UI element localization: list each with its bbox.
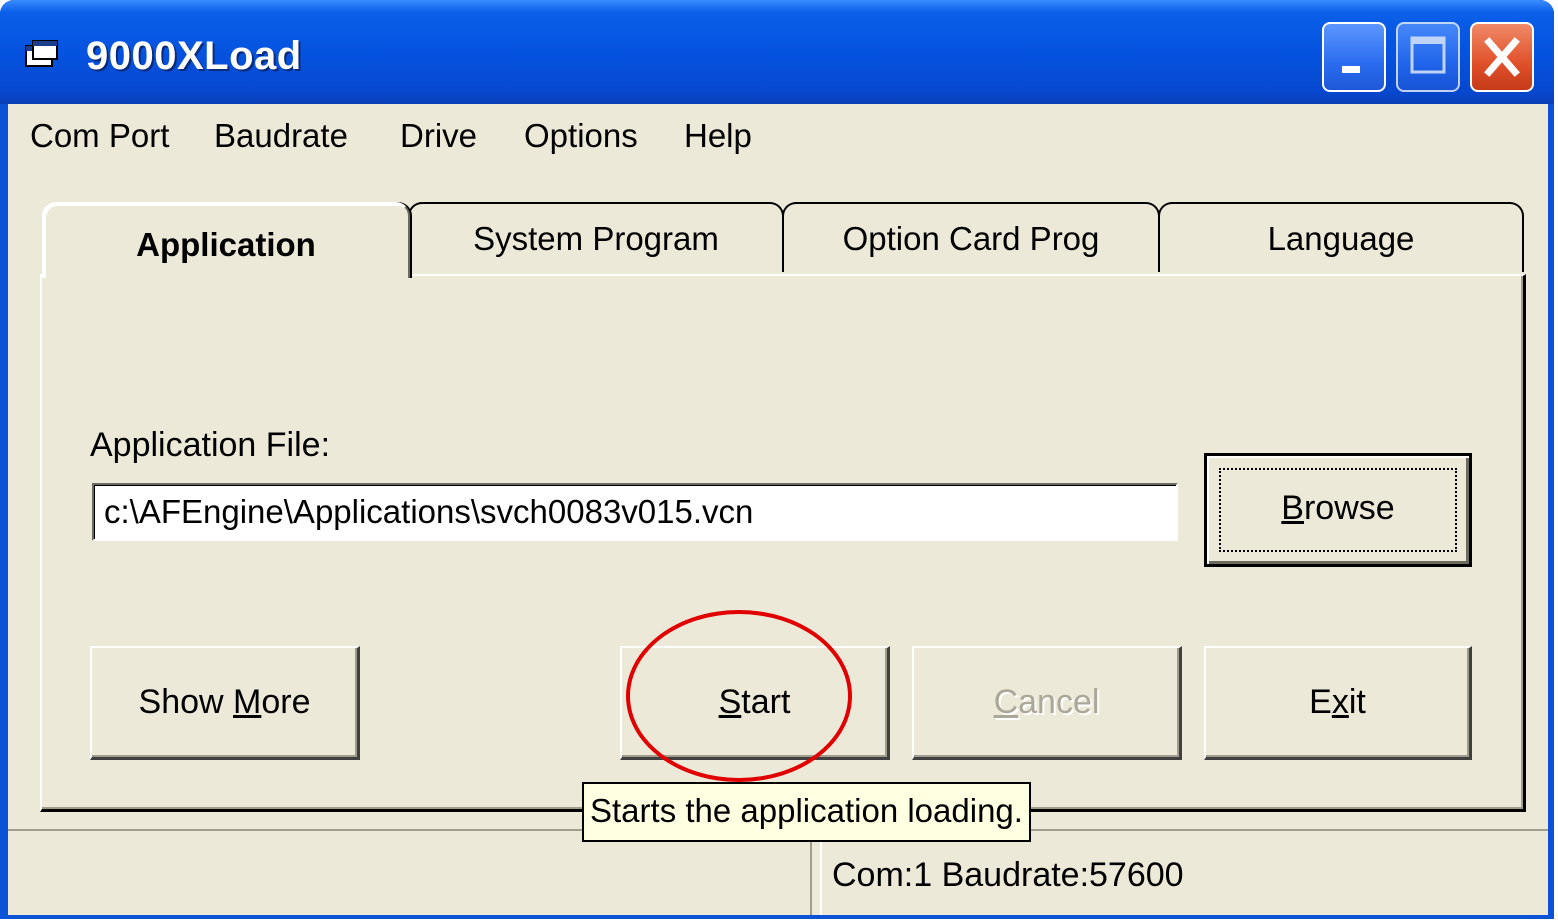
window-title: 9000XLoad	[86, 34, 302, 78]
focus-rectangle	[1219, 468, 1457, 552]
maximize-button[interactable]	[1396, 22, 1460, 92]
exit-label-post: it	[1348, 683, 1366, 721]
minimize-icon	[1342, 66, 1360, 73]
dialog-client-area: Com Port Baudrate Drive Options Help App…	[8, 104, 1548, 915]
menu-com-port[interactable]: Com Port	[30, 114, 169, 158]
tab-language[interactable]: Language	[1158, 202, 1524, 272]
application-file-label: Application File:	[90, 426, 331, 464]
exit-accelerator: x	[1331, 683, 1349, 721]
title-bar[interactable]: 9000XLoad	[0, 0, 1554, 104]
show-more-label-pre: Show	[138, 683, 234, 721]
cancel-button[interactable]: Cancel	[912, 646, 1182, 760]
menu-bar: Com Port Baudrate Drive Options Help	[8, 104, 1548, 166]
red-highlight-circle	[626, 610, 852, 782]
show-more-label-post: ore	[261, 683, 311, 721]
tab-application[interactable]: Application	[42, 202, 410, 278]
menu-drive[interactable]: Drive	[400, 114, 477, 158]
cancel-accelerator: C	[993, 683, 1019, 721]
application-file-field[interactable]: c:\AFEngine\Applications\svch0083v015.vc…	[92, 483, 1178, 541]
status-pane-left	[8, 835, 812, 915]
cancel-label-post: ancel	[1018, 683, 1100, 721]
tab-system-program[interactable]: System Program	[408, 202, 784, 272]
app-window-icon	[25, 40, 58, 67]
menu-options[interactable]: Options	[524, 114, 638, 158]
tab-option-card-prog[interactable]: Option Card Prog	[782, 202, 1160, 272]
status-bar: Com:1 Baudrate:57600	[8, 829, 1548, 917]
show-more-button[interactable]: Show More	[90, 646, 360, 760]
exit-label-pre: E	[1309, 683, 1332, 721]
close-icon	[1484, 37, 1520, 77]
app-window: 9000XLoad Com Port Baudrate Drive Option…	[0, 0, 1554, 919]
menu-help[interactable]: Help	[684, 114, 752, 158]
exit-button[interactable]: Exit	[1204, 646, 1472, 760]
status-pane-connection: Com:1 Baudrate:57600	[820, 835, 1548, 915]
minimize-button[interactable]	[1322, 22, 1386, 92]
menu-baudrate[interactable]: Baudrate	[214, 114, 348, 158]
maximize-icon	[1410, 36, 1446, 74]
tooltip: Starts the application loading.	[582, 782, 1031, 842]
show-more-accelerator: M	[233, 683, 262, 721]
close-button[interactable]	[1470, 22, 1534, 92]
browse-button[interactable]: Browse	[1204, 453, 1472, 567]
